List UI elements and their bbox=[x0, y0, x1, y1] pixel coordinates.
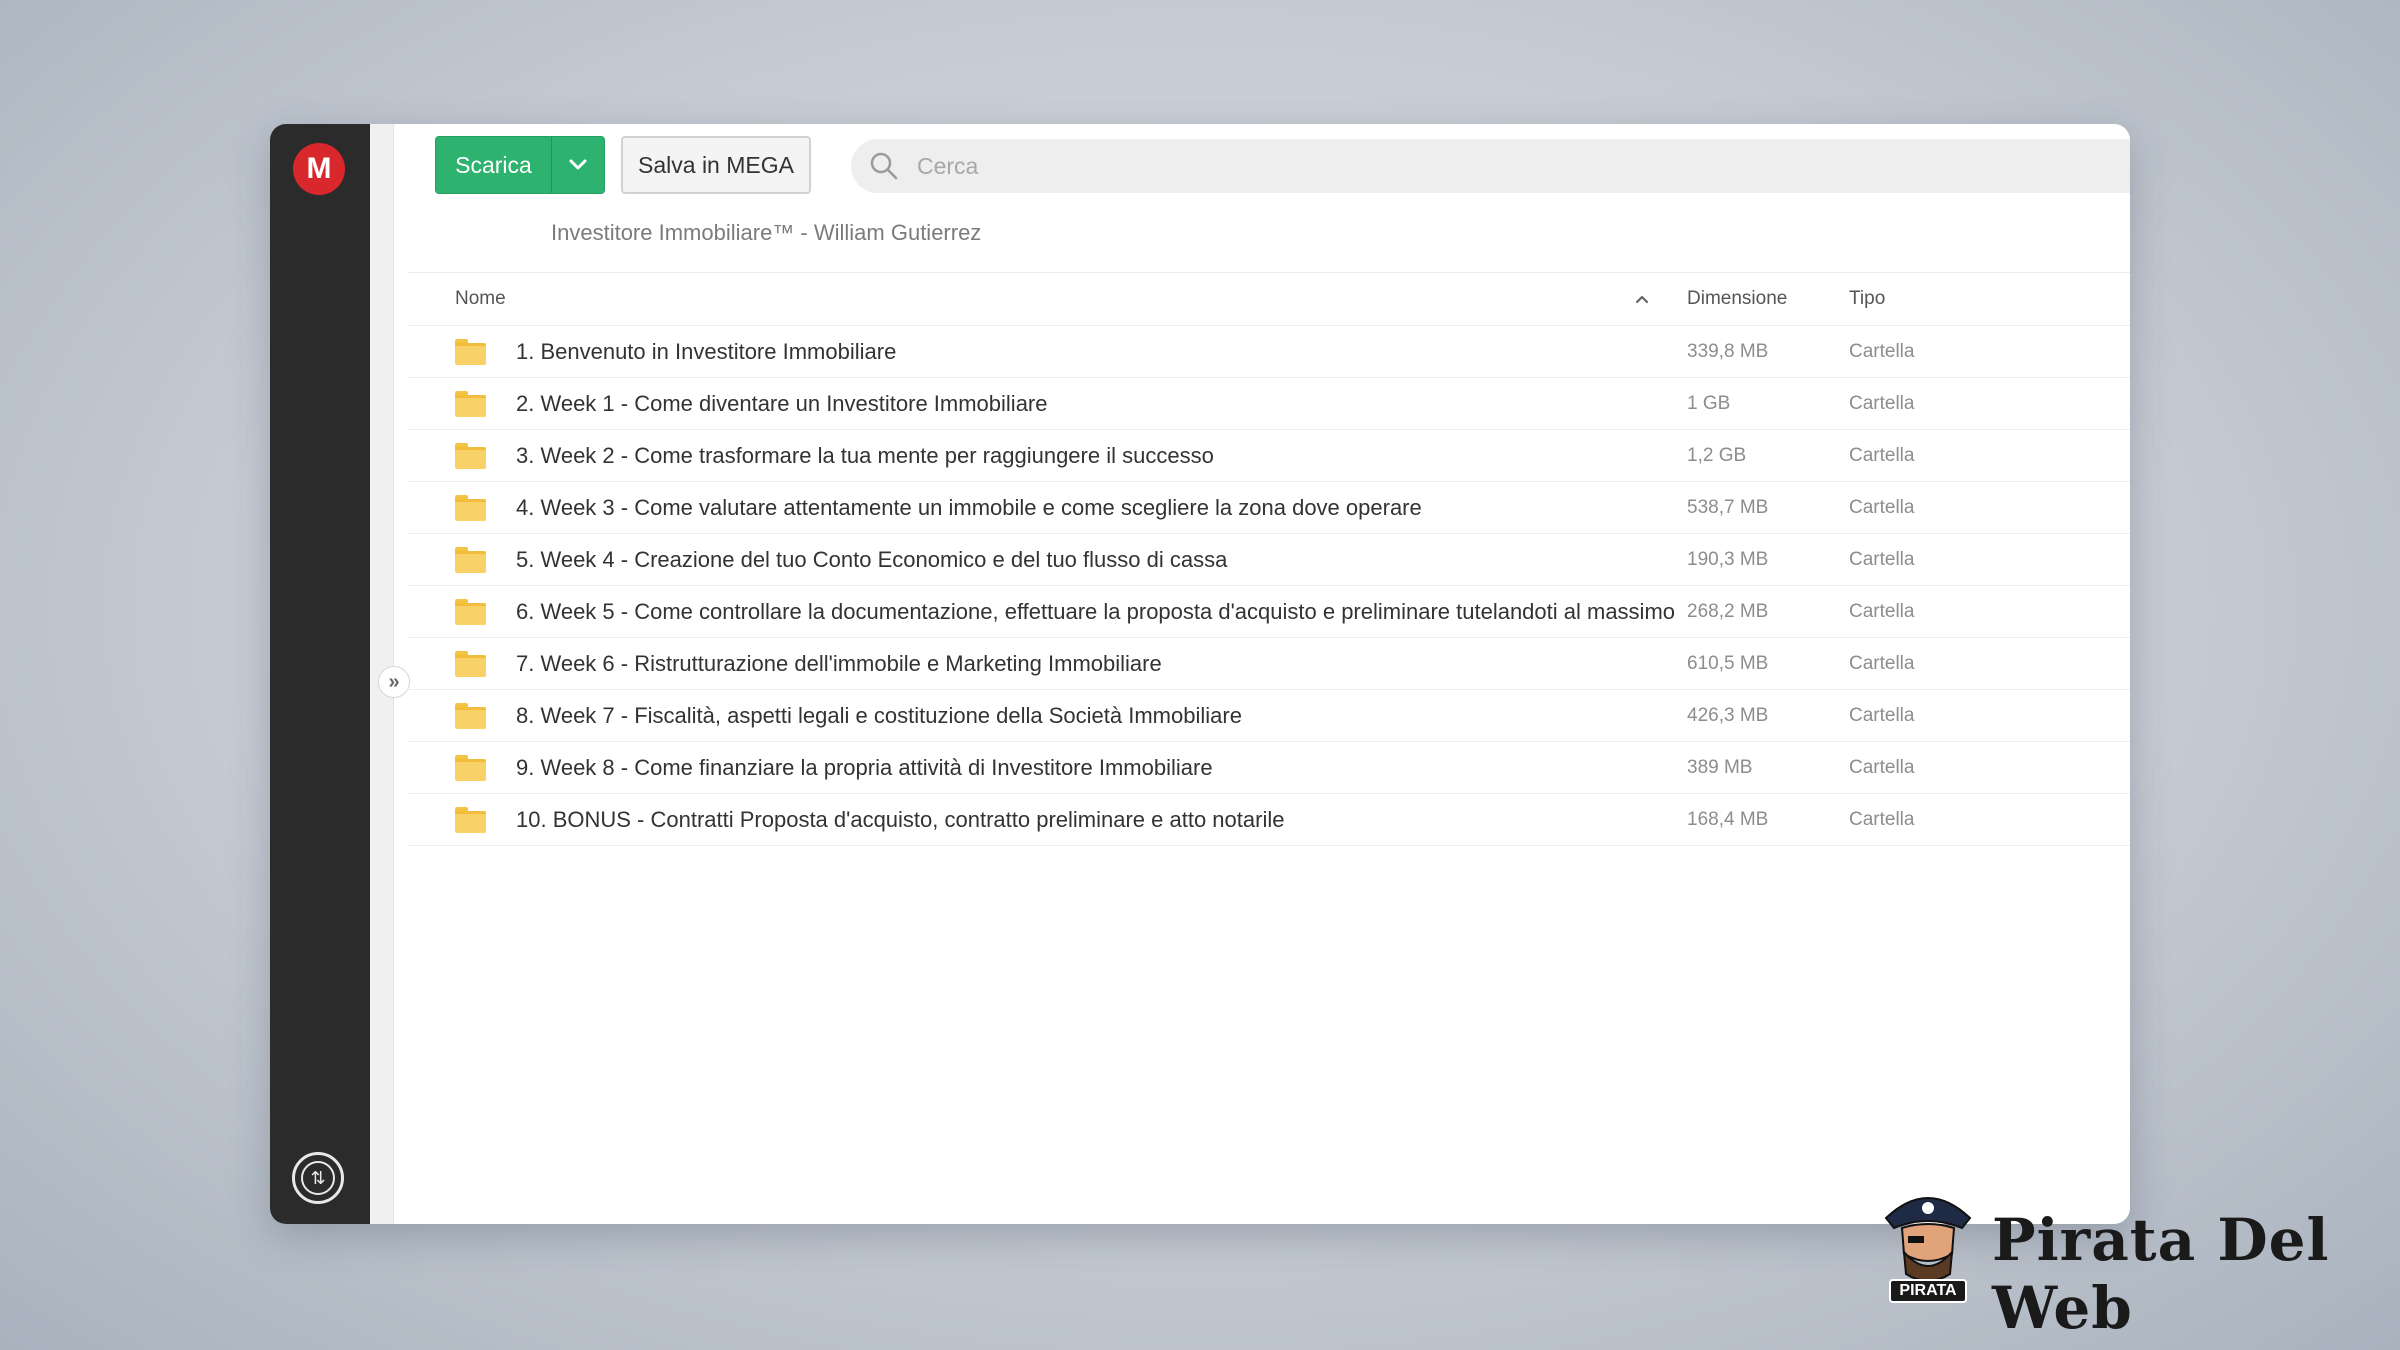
file-type: Cartella bbox=[1849, 600, 1915, 622]
folder-icon bbox=[455, 702, 486, 729]
download-button[interactable]: Scarica bbox=[435, 136, 605, 194]
folder-icon bbox=[455, 442, 486, 469]
pirate-badge-text: PIRATA bbox=[1899, 1282, 1957, 1299]
table-header: Nome Dimensione Tipo bbox=[407, 272, 2130, 326]
download-button-label[interactable]: Scarica bbox=[436, 137, 552, 193]
file-name-cell[interactable]: 1. Benvenuto in Investitore Immobiliare bbox=[407, 338, 1687, 365]
column-header-name[interactable]: Nome bbox=[407, 288, 1687, 310]
column-header-size[interactable]: Dimensione bbox=[1687, 288, 1849, 310]
file-type: Cartella bbox=[1849, 548, 1915, 570]
search-input[interactable] bbox=[917, 152, 2130, 180]
file-size: 268,2 MB bbox=[1687, 600, 1769, 622]
file-name-cell[interactable]: 6. Week 5 - Come controllare la document… bbox=[407, 598, 1687, 625]
transfers-arrows-icon: ⇅ bbox=[301, 1161, 335, 1195]
file-name-cell[interactable]: 2. Week 1 - Come diventare un Investitor… bbox=[407, 390, 1687, 417]
search-bar[interactable] bbox=[851, 139, 2130, 193]
file-type: Cartella bbox=[1849, 496, 1915, 518]
file-name-cell[interactable]: 4. Week 3 - Come valutare attentamente u… bbox=[407, 494, 1687, 521]
chevron-down-icon[interactable] bbox=[552, 137, 604, 193]
file-size: 389 MB bbox=[1687, 756, 1753, 778]
table-row[interactable]: 2. Week 1 - Come diventare un Investitor… bbox=[407, 378, 2130, 430]
save-to-mega-button[interactable]: Salva in MEGA bbox=[621, 136, 811, 194]
file-name[interactable]: 3. Week 2 - Come trasformare la tua ment… bbox=[516, 443, 1214, 469]
file-name[interactable]: 4. Week 3 - Come valutare attentamente u… bbox=[516, 495, 1422, 521]
file-size: 1,2 GB bbox=[1687, 444, 1747, 466]
mega-browser-window: M ⇅ » Scarica Salva in MEGA Investitore … bbox=[270, 124, 2130, 1224]
file-size: 538,7 MB bbox=[1687, 496, 1769, 518]
file-name-cell[interactable]: 3. Week 2 - Come trasformare la tua ment… bbox=[407, 442, 1687, 469]
folder-icon bbox=[455, 598, 486, 625]
table-row[interactable]: 5. Week 4 - Creazione del tuo Conto Econ… bbox=[407, 534, 2130, 586]
folder-icon bbox=[455, 806, 486, 833]
table-row[interactable]: 7. Week 6 - Ristrutturazione dell'immobi… bbox=[407, 638, 2130, 690]
column-header-type[interactable]: Tipo bbox=[1849, 288, 2130, 310]
folder-icon bbox=[455, 494, 486, 521]
pirate-wordmark: Pirata Del Web bbox=[1992, 1206, 2330, 1342]
file-name[interactable]: 6. Week 5 - Come controllare la document… bbox=[516, 599, 1675, 625]
file-size: 190,3 MB bbox=[1687, 548, 1769, 570]
file-name[interactable]: 10. BONUS - Contratti Proposta d'acquist… bbox=[516, 807, 1284, 833]
file-table: Nome Dimensione Tipo 1. Benvenuto in Inv… bbox=[407, 272, 2130, 846]
file-name[interactable]: 7. Week 6 - Ristrutturazione dell'immobi… bbox=[516, 651, 1162, 677]
file-type: Cartella bbox=[1849, 444, 1915, 466]
file-type: Cartella bbox=[1849, 652, 1915, 674]
file-name[interactable]: 5. Week 4 - Creazione del tuo Conto Econ… bbox=[516, 547, 1227, 573]
file-name[interactable]: 1. Benvenuto in Investitore Immobiliare bbox=[516, 339, 896, 365]
file-type: Cartella bbox=[1849, 756, 1915, 778]
table-row[interactable]: 8. Week 7 - Fiscalità, aspetti legali e … bbox=[407, 690, 2130, 742]
file-name[interactable]: 2. Week 1 - Come diventare un Investitor… bbox=[516, 391, 1048, 417]
file-name-cell[interactable]: 5. Week 4 - Creazione del tuo Conto Econ… bbox=[407, 546, 1687, 573]
sidebar: M ⇅ bbox=[270, 124, 370, 1224]
transfers-icon[interactable]: ⇅ bbox=[292, 1152, 344, 1204]
file-type: Cartella bbox=[1849, 340, 1915, 362]
file-name[interactable]: 8. Week 7 - Fiscalità, aspetti legali e … bbox=[516, 703, 1242, 729]
folder-icon bbox=[455, 546, 486, 573]
table-row[interactable]: 4. Week 3 - Come valutare attentamente u… bbox=[407, 482, 2130, 534]
file-name-cell[interactable]: 7. Week 6 - Ristrutturazione dell'immobi… bbox=[407, 650, 1687, 677]
file-name-cell[interactable]: 10. BONUS - Contratti Proposta d'acquist… bbox=[407, 806, 1687, 833]
table-row[interactable]: 1. Benvenuto in Investitore Immobiliare 3… bbox=[407, 326, 2130, 378]
folder-icon bbox=[455, 650, 486, 677]
file-size: 168,4 MB bbox=[1687, 808, 1769, 830]
file-type: Cartella bbox=[1849, 392, 1915, 414]
sort-asc-icon[interactable] bbox=[1635, 291, 1649, 307]
mega-logo-icon[interactable]: M bbox=[293, 143, 345, 195]
search-icon bbox=[851, 151, 917, 181]
breadcrumb[interactable]: Investitore Immobiliare™ - William Gutie… bbox=[551, 220, 981, 246]
file-size: 426,3 MB bbox=[1687, 704, 1769, 726]
folder-icon bbox=[455, 390, 486, 417]
folder-icon bbox=[455, 754, 486, 781]
file-type: Cartella bbox=[1849, 704, 1915, 726]
file-name-cell[interactable]: 9. Week 8 - Come finanziare la propria a… bbox=[407, 754, 1687, 781]
table-row[interactable]: 6. Week 5 - Come controllare la document… bbox=[407, 586, 2130, 638]
file-size: 339,8 MB bbox=[1687, 340, 1769, 362]
table-row[interactable]: 9. Week 8 - Come finanziare la propria a… bbox=[407, 742, 2130, 794]
file-size: 610,5 MB bbox=[1687, 652, 1769, 674]
file-type: Cartella bbox=[1849, 808, 1915, 830]
table-body: 1. Benvenuto in Investitore Immobiliare 3… bbox=[407, 326, 2130, 846]
folder-icon bbox=[455, 338, 486, 365]
table-row[interactable]: 3. Week 2 - Come trasformare la tua ment… bbox=[407, 430, 2130, 482]
main-panel: Scarica Salva in MEGA Investitore Immobi… bbox=[395, 124, 2130, 1224]
file-size: 1 GB bbox=[1687, 392, 1731, 414]
column-header-name-label[interactable]: Nome bbox=[455, 288, 506, 310]
file-name[interactable]: 9. Week 8 - Come finanziare la propria a… bbox=[516, 755, 1213, 781]
table-row[interactable]: 10. BONUS - Contratti Proposta d'acquist… bbox=[407, 794, 2130, 846]
file-name-cell[interactable]: 8. Week 7 - Fiscalità, aspetti legali e … bbox=[407, 702, 1687, 729]
